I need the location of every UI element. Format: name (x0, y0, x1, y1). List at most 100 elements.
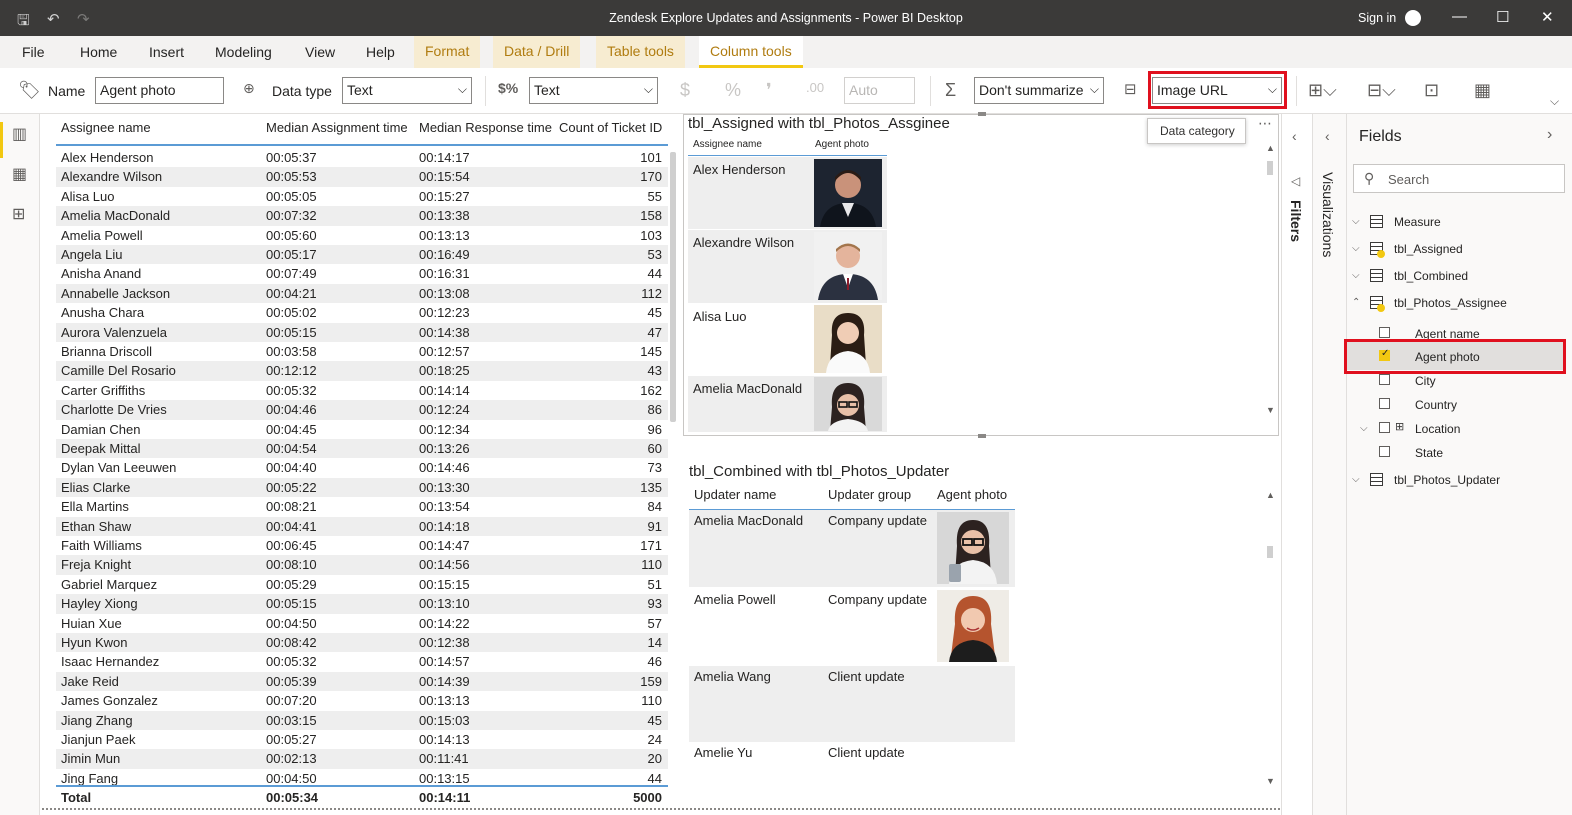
currency-icon[interactable]: $ (680, 80, 690, 101)
chevron-down-icon[interactable]: ⌵ (1352, 270, 1360, 281)
table-row[interactable]: Alisa Luo 00:05:05 00:15:27 55 (56, 187, 668, 206)
scroll-up-icon[interactable]: ▲ (1266, 143, 1275, 153)
collapse-right-icon[interactable]: › (1547, 126, 1552, 144)
tab-view[interactable]: View (305, 44, 335, 60)
table-row[interactable]: Amelia Powell 00:05:60 00:13:13 103 (56, 226, 668, 245)
column-header[interactable]: Median Response time (419, 120, 552, 135)
field-table-combined[interactable]: tbl_Combined (1394, 269, 1468, 283)
field-state[interactable]: State (1415, 446, 1443, 460)
field-location[interactable]: Location (1415, 422, 1460, 436)
chevron-down-icon[interactable]: ⌵ (1352, 243, 1360, 254)
column-header[interactable]: Updater group (828, 487, 911, 502)
table-row[interactable]: Annabelle Jackson 00:04:21 00:13:08 112 (56, 283, 668, 304)
table-row[interactable]: Alexandre Wilson 00:05:53 00:15:54 170 (56, 167, 668, 187)
field-table-photos-updater[interactable]: tbl_Photos_Updater (1394, 473, 1500, 487)
collapse-left-icon[interactable]: ‹ (1292, 128, 1297, 144)
tab-data-drill[interactable]: Data / Drill (493, 36, 581, 68)
sort-by-column-icon[interactable]: ⊞⌵ (1308, 80, 1337, 101)
scroll-down-icon[interactable]: ▼ (1266, 776, 1275, 786)
visualizations-label[interactable]: Visualizations (1320, 172, 1336, 257)
column-header[interactable]: Assignee name (693, 139, 762, 150)
field-checkbox[interactable] (1379, 398, 1390, 409)
field-checkbox[interactable] (1379, 422, 1390, 433)
column-header[interactable]: Median Assignment time (266, 120, 408, 135)
comma-icon[interactable]: ❜ (766, 80, 772, 101)
report-view-icon[interactable]: ▥ (12, 124, 27, 144)
data-view-icon[interactable]: ▦ (12, 164, 27, 184)
decimal-places-input[interactable]: Auto (844, 77, 915, 104)
model-view-icon[interactable]: ⊞ (12, 204, 25, 224)
field-table-photos-assignee[interactable]: tbl_Photos_Assignee (1394, 296, 1507, 310)
scroll-down-icon[interactable]: ▼ (1266, 405, 1275, 415)
minimize-icon[interactable]: — (1452, 8, 1467, 25)
collapse-left-icon[interactable]: ‹ (1325, 128, 1330, 144)
table-row[interactable]: Deepak Mittal 00:04:54 00:13:26 60 (56, 439, 668, 459)
table-row[interactable]: Gabriel Marquez 00:05:29 00:15:15 51 (56, 575, 668, 594)
field-country[interactable]: Country (1415, 398, 1457, 412)
table-row[interactable]: Amelia MacDonald 00:07:32 00:13:38 158 (56, 206, 668, 226)
table-row[interactable]: Jianjun Paek 00:05:27 00:14:13 24 (56, 730, 668, 749)
data-type-select[interactable]: Text ⌵ (342, 77, 472, 104)
tab-insert[interactable]: Insert (149, 44, 184, 60)
chevron-down-icon[interactable]: ⌵ (1360, 423, 1368, 434)
column-header[interactable]: Agent photo (937, 487, 1007, 502)
decimal-icon[interactable]: .00 (806, 80, 824, 95)
close-icon[interactable]: ✕ (1541, 8, 1554, 26)
format-select[interactable]: Text ⌵ (529, 77, 658, 104)
tab-modeling[interactable]: Modeling (215, 44, 272, 60)
chevron-down-icon[interactable]: ⌵ (1352, 216, 1360, 227)
field-checkbox[interactable] (1379, 374, 1390, 385)
table-row[interactable]: Jimin Mun 00:02:13 00:11:41 20 (56, 749, 668, 769)
collapse-ribbon-icon[interactable]: ⌵ (1550, 94, 1559, 109)
table-row[interactable]: Angela Liu 00:05:17 00:16:49 53 (56, 245, 668, 265)
sign-in-link[interactable]: Sign in (1358, 11, 1396, 25)
column-header[interactable]: Count of Ticket ID (559, 120, 662, 135)
avatar[interactable] (1405, 10, 1421, 26)
table-row[interactable]: Hyun Kwon 00:08:42 00:12:38 14 (56, 633, 668, 653)
data-groups-icon[interactable]: ⊟⌵ (1367, 80, 1396, 101)
visual2-scrollbar[interactable]: ▲ ▼ (1266, 490, 1276, 788)
visual1-scrollbar[interactable]: ▲ ▼ (1266, 143, 1276, 423)
table-row[interactable]: Elias Clarke 00:05:22 00:13:30 135 (56, 477, 668, 498)
new-column-icon[interactable]: ▦ (1474, 80, 1491, 101)
filters-label[interactable]: Filters (1288, 200, 1304, 242)
table-row[interactable]: Jiang Zhang 00:03:15 00:15:03 45 (56, 710, 668, 730)
table-row[interactable]: Aurora Valenzuela 00:05:15 00:14:38 47 (56, 322, 668, 342)
field-city[interactable]: City (1415, 374, 1436, 388)
manage-relationships-icon[interactable]: ⊡ (1424, 80, 1439, 101)
table-scrollbar[interactable] (668, 148, 680, 788)
column-header[interactable]: Agent photo (815, 139, 869, 150)
table-row[interactable]: Camille Del Rosario 00:12:12 00:18:25 43 (56, 361, 668, 381)
field-checkbox[interactable] (1379, 327, 1390, 338)
table-row[interactable]: Hayley Xiong 00:05:15 00:13:10 93 (56, 594, 668, 614)
tab-column-tools[interactable]: Column tools (699, 36, 803, 68)
table-row[interactable]: Anisha Anand 00:07:49 00:16:31 44 (56, 264, 668, 283)
tab-help[interactable]: Help (366, 44, 395, 60)
summarization-select[interactable]: Don't summarize ⌵ (974, 77, 1104, 104)
resize-handle[interactable] (978, 112, 986, 116)
scroll-thumb[interactable] (1267, 161, 1273, 175)
table-row[interactable]: Alex Henderson 00:05:37 00:14:17 101 (56, 148, 668, 167)
resize-handle[interactable] (978, 434, 986, 438)
table-row[interactable]: Charlotte De Vries 00:04:46 00:12:24 86 (56, 400, 668, 420)
table-row[interactable]: Huian Xue 00:04:50 00:14:22 57 (56, 614, 668, 633)
table-row[interactable]: Faith Williams 00:06:45 00:14:47 171 (56, 536, 668, 555)
tab-format[interactable]: Format (414, 36, 481, 68)
table-row[interactable]: Jake Reid 00:05:39 00:14:39 159 (56, 671, 668, 692)
table-row[interactable]: Isaac Hernandez 00:05:32 00:14:57 46 (56, 652, 668, 671)
column-header[interactable]: Assignee name (61, 120, 151, 135)
column-header[interactable]: Updater name (694, 487, 776, 502)
table-row[interactable]: Ella Martins 00:08:21 00:13:54 84 (56, 497, 668, 516)
name-input[interactable]: Agent photo (95, 77, 224, 104)
table-row[interactable]: Dylan Van Leeuwen 00:04:40 00:14:46 73 (56, 458, 668, 477)
table-row[interactable]: Damian Chen 00:04:45 00:12:34 96 (56, 420, 668, 439)
field-checkbox[interactable] (1379, 446, 1390, 457)
table-row[interactable]: Brianna Driscoll 00:03:58 00:12:57 145 (56, 342, 668, 361)
fields-search-input[interactable]: ⚲ Search (1353, 164, 1565, 193)
table-row[interactable]: Anusha Chara 00:05:02 00:12:23 45 (56, 303, 668, 322)
table-row[interactable]: Carter Griffiths 00:05:32 00:14:14 162 (56, 381, 668, 400)
scroll-thumb[interactable] (670, 152, 676, 422)
visualizations-pane[interactable]: ‹ Visualizations (1312, 114, 1346, 815)
filters-pane[interactable]: ‹ ◁ Filters (1281, 114, 1312, 815)
tab-home[interactable]: Home (80, 44, 117, 60)
